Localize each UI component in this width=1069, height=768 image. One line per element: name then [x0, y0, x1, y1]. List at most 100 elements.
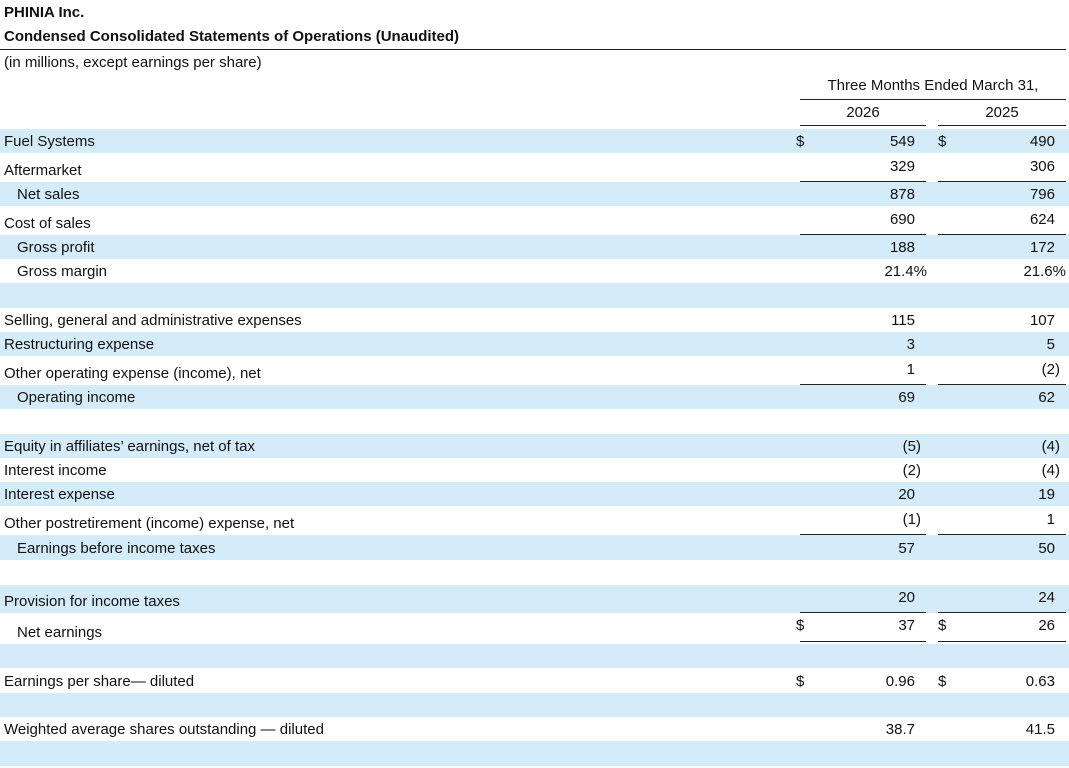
table-row: Selling, general and administrative expe… — [0, 308, 1069, 332]
statement-subtitle: (in millions, except earnings per share) — [4, 54, 262, 71]
row-label: Aftermarket — [4, 162, 82, 179]
value-2025: 41.5 — [1025, 721, 1055, 738]
value-2025: 50 — [1038, 540, 1055, 557]
table-row: Earnings per share— diluted $ 0.96 $ 0.6… — [0, 668, 1069, 693]
value-2026: 20 — [898, 486, 915, 503]
year-rule-2026 — [800, 125, 926, 126]
value-2025: 490 — [1029, 133, 1055, 150]
value-2025: (2) — [1041, 361, 1060, 378]
title-rule — [0, 49, 1066, 50]
value-2025: 0.63 — [1025, 673, 1055, 690]
table-row: Gross profit 188 172 — [0, 235, 1069, 259]
period-header: Three Months Ended March 31, — [827, 77, 1039, 94]
value-2026: 549 — [889, 133, 915, 150]
table-row: Interest income (2) (4) — [0, 458, 1069, 482]
value-2026: 69 — [898, 389, 915, 406]
value-2026: (5) — [902, 438, 921, 455]
table-row: Other operating expense (income), net 1 … — [0, 356, 1069, 385]
table-row — [0, 693, 1069, 717]
table-row — [0, 741, 1069, 766]
table-row: Earnings before income taxes 57 50 — [0, 535, 1069, 560]
value-2026: 38.7 — [885, 721, 915, 738]
statement-title: Condensed Consolidated Statements of Ope… — [4, 28, 460, 45]
row-label: Net sales — [17, 186, 80, 203]
table-row: Provision for income taxes 20 24 — [0, 585, 1069, 613]
subtotal-rule — [938, 181, 1066, 182]
row-label: Equity in affiliates’ earnings, net of t… — [4, 438, 255, 455]
table-row — [0, 283, 1069, 308]
value-2026: (1) — [902, 511, 921, 528]
dollar-sign-2026: $ — [796, 617, 805, 634]
row-label: Earnings before income taxes — [17, 540, 216, 557]
table-row: Restructuring expense 3 5 — [0, 332, 1069, 356]
value-2026: 188 — [889, 239, 915, 256]
value-2025: 26 — [1038, 617, 1055, 634]
value-2025: 21.6% — [1023, 263, 1066, 280]
table-row: Operating income 69 62 — [0, 385, 1069, 409]
subtotal-rule — [938, 612, 1066, 613]
value-2025: 624 — [1029, 211, 1055, 228]
row-label: Operating income — [17, 389, 136, 406]
subtotal-rule — [800, 384, 926, 385]
table-row: Net earnings $ 37 $ 26 — [0, 613, 1069, 644]
total-rule — [800, 641, 926, 642]
value-2025: 172 — [1029, 239, 1055, 256]
value-2026: 57 — [898, 540, 915, 557]
table-row: Equity in affiliates’ earnings, net of t… — [0, 434, 1069, 458]
subtotal-rule — [800, 612, 926, 613]
subtotal-rule — [800, 534, 926, 535]
value-2026: 20 — [898, 589, 915, 606]
total-rule — [938, 641, 1066, 642]
row-label: Weighted average shares outstanding — di… — [4, 721, 324, 738]
row-label: Gross margin — [17, 263, 108, 280]
subtotal-rule — [938, 384, 1066, 385]
table-row: Weighted average shares outstanding — di… — [0, 717, 1069, 741]
value-2026: 21.4% — [884, 263, 927, 280]
year-rule-2025 — [938, 125, 1066, 126]
value-2025: 1 — [1046, 511, 1055, 528]
row-label: Provision for income taxes — [4, 593, 180, 610]
table-row — [0, 409, 1069, 434]
row-label: Interest income — [4, 462, 107, 479]
dollar-sign-2025: $ — [938, 673, 947, 690]
period-rule — [800, 99, 1066, 100]
row-label: Other operating expense (income), net — [4, 365, 261, 382]
dollar-sign-2025: $ — [938, 133, 947, 150]
table-row — [0, 560, 1069, 585]
table-row — [0, 644, 1069, 668]
subtotal-rule — [800, 234, 926, 235]
dollar-sign-2025: $ — [938, 617, 947, 634]
value-2025: 62 — [1038, 389, 1055, 406]
row-label: Earnings per share— diluted — [4, 673, 195, 690]
table-row: Interest expense 20 19 — [0, 482, 1069, 506]
dollar-sign-2026: $ — [796, 673, 805, 690]
value-2026: 878 — [889, 186, 915, 203]
row-label: Net earnings — [17, 624, 103, 641]
dollar-sign-2026: $ — [796, 133, 805, 150]
value-2025: 796 — [1029, 186, 1055, 203]
row-label: Fuel Systems — [4, 133, 95, 150]
table-row: Cost of sales 690 624 — [0, 206, 1069, 235]
value-2025: 306 — [1029, 158, 1055, 175]
value-2026: 690 — [889, 211, 915, 228]
value-2026: 115 — [891, 312, 915, 329]
subtotal-rule — [938, 534, 1066, 535]
value-2025: 107 — [1029, 312, 1055, 329]
subtotal-rule — [800, 181, 926, 182]
value-2026: 0.96 — [885, 673, 915, 690]
row-label: Other postretirement (income) expense, n… — [4, 515, 295, 532]
row-label: Interest expense — [4, 486, 115, 503]
value-2026: 1 — [906, 361, 915, 378]
value-2026: 329 — [889, 158, 915, 175]
table-row: Aftermarket 329 306 — [0, 153, 1069, 182]
year-2025-header: 2025 — [985, 104, 1019, 121]
company-name: PHINIA Inc. — [4, 4, 85, 21]
value-2025: (4) — [1041, 462, 1060, 479]
table-row: Other postretirement (income) expense, n… — [0, 506, 1069, 535]
value-2025: (4) — [1041, 438, 1060, 455]
value-2026: (2) — [902, 462, 921, 479]
subtotal-rule — [938, 234, 1066, 235]
value-2025: 24 — [1038, 589, 1055, 606]
value-2025: 19 — [1038, 486, 1055, 503]
year-2026-header: 2026 — [846, 104, 880, 121]
